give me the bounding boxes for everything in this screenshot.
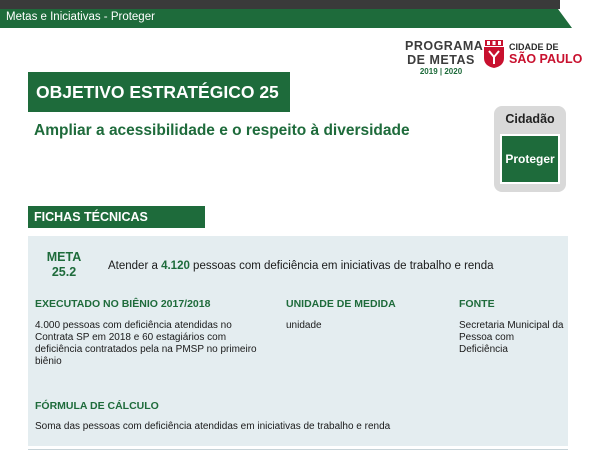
banner-dark-stripe <box>0 0 560 9</box>
fichas-panel: META 25.2 Atender a 4.120 pessoas com de… <box>28 236 568 446</box>
logo-pm-years: 2019 | 2020 <box>419 67 463 76</box>
cidade-sao-paulo-logo: CIDADE DE SÃO PAULO <box>483 40 583 70</box>
logo-pm-line1: PROGRAMA <box>405 39 484 53</box>
banner-title: Metas e Iniciativas - Proteger <box>6 11 155 23</box>
meta-label-word: META <box>46 250 82 264</box>
axis-label: Cidadão <box>505 112 555 126</box>
formula-body: Soma das pessoas com deficiência atendid… <box>35 421 391 432</box>
fichas-tecnicas-title: FICHAS TÉCNICAS <box>28 206 205 228</box>
objective-subtitle: Ampliar a acessibilidade e o respeito à … <box>34 122 410 139</box>
formula-heading: FÓRMULA DE CÁLCULO <box>35 400 159 412</box>
meta-label-number: 25.2 <box>51 265 77 279</box>
meta-id: META 25.2 <box>42 250 86 280</box>
axis-card: Cidadão Proteger <box>494 106 566 192</box>
meta-text-pre: Atender a <box>108 260 162 272</box>
programa-de-metas-logo: PROGRAMA DE METAS 2019 | 2020 <box>405 39 484 76</box>
unidade-body: unidade <box>286 320 322 331</box>
objective-title: OBJETIVO ESTRATÉGICO 25 <box>28 72 290 112</box>
bottom-divider <box>28 449 568 450</box>
city-crest-icon <box>484 40 504 68</box>
executado-heading: EXECUTADO NO BIÊNIO 2017/2018 <box>35 298 211 310</box>
unidade-heading: UNIDADE DE MEDIDA <box>286 298 396 310</box>
fonte-body: Secretaria Municipal da Pessoa com Defic… <box>459 320 564 355</box>
proteger-button[interactable]: Proteger <box>500 134 560 184</box>
logo-sp-line1: CIDADE DE <box>509 42 559 52</box>
top-banner: Metas e Iniciativas - Proteger <box>0 0 595 30</box>
meta-text-post: pessoas com deficiência em iniciativas d… <box>189 260 494 272</box>
executado-body: 4.000 pessoas com deficiência atendidas … <box>35 320 257 367</box>
fonte-heading: FONTE <box>459 298 495 310</box>
meta-target-number: 4.120 <box>161 260 190 272</box>
logo-pm-line2: DE METAS <box>407 52 475 67</box>
logo-sp-line2: SÃO PAULO <box>509 52 583 66</box>
meta-description: Atender a 4.120 pessoas com deficiência … <box>108 260 494 272</box>
